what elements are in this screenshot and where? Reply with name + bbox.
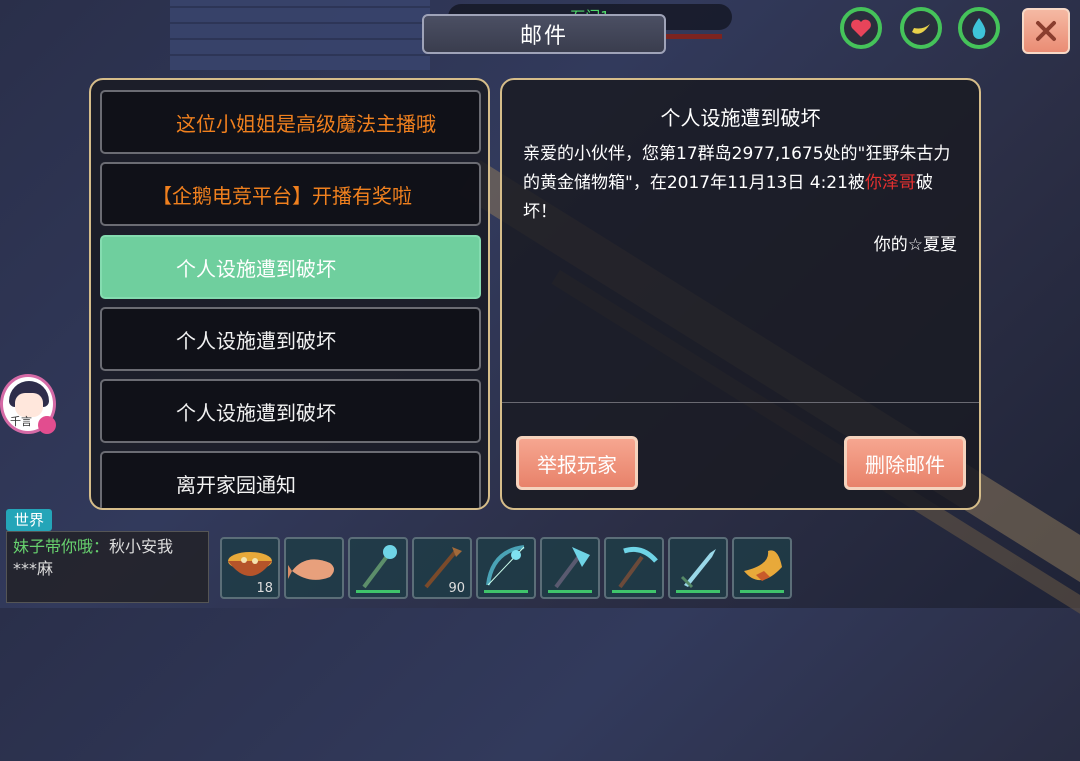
mail-item[interactable]: 这位小姐姐是高级魔法主播哦 xyxy=(100,90,481,154)
page-title: 邮件 xyxy=(519,24,568,49)
mail-title-bar: 邮件 xyxy=(422,14,666,54)
water-drop-icon xyxy=(972,18,986,39)
horn-pouch-icon xyxy=(744,550,782,581)
water-stat[interactable] xyxy=(958,7,1000,49)
mail-signature: 你的☆夏夏 xyxy=(873,235,957,255)
mail-subject: 【企鹅电竞平台】开播有奖啦 xyxy=(152,183,412,208)
mail-item-selected[interactable]: 个人设施遭到破坏 xyxy=(100,235,481,299)
close-icon xyxy=(1036,21,1056,41)
mail-list-panel[interactable]: 这位小姐姐是高级魔法主播哦 【企鹅电竞平台】开播有奖啦 个人设施遭到破坏 个人设… xyxy=(89,78,490,510)
crystal-bow-icon xyxy=(486,545,525,586)
mail-subject: 个人设施遭到破坏 xyxy=(176,256,336,281)
chat-message-cont: ***麻 xyxy=(13,559,54,578)
attacker-name[interactable]: 你泽哥 xyxy=(865,173,916,193)
item-count: 90 xyxy=(448,581,465,596)
durability-bar xyxy=(612,590,656,593)
chat-sender: 妹子带你哦： xyxy=(13,537,110,556)
delete-mail-button[interactable]: 删除邮件 xyxy=(844,436,966,490)
chat-channel-tab[interactable]: 世界 xyxy=(6,509,52,531)
chat-box[interactable]: 妹子带你哦：秋小安我 ***麻 xyxy=(6,531,209,603)
mail-item[interactable]: 个人设施遭到破坏 xyxy=(100,307,481,371)
hotbar-slot[interactable] xyxy=(284,537,344,599)
hotbar-slot[interactable] xyxy=(540,537,600,599)
avatar-name: 千言 xyxy=(10,415,32,428)
crystal-staff-icon xyxy=(362,545,397,589)
durability-bar xyxy=(484,590,528,593)
hotbar-slot[interactable] xyxy=(604,537,664,599)
health-stat[interactable] xyxy=(840,7,882,49)
item-count: 18 xyxy=(256,581,273,596)
mail-subject: 这位小姐姐是高级魔法主播哦 xyxy=(176,111,436,136)
hotbar-slot[interactable] xyxy=(668,537,728,599)
chat-message: 秋小安我 xyxy=(109,537,174,556)
durability-bar xyxy=(548,590,592,593)
hotbar-slot[interactable]: 18 xyxy=(220,537,280,599)
mail-item[interactable]: 离开家园通知 xyxy=(100,451,481,508)
durability-bar xyxy=(676,590,720,593)
banana-icon xyxy=(912,24,930,34)
mail-detail-panel: 个人设施遭到破坏 亲爱的小伙伴，您第17群岛2977,1675处的"狂野朱古力的… xyxy=(500,78,981,510)
hunger-stat[interactable] xyxy=(900,7,942,49)
durability-bar xyxy=(740,590,784,593)
crystal-axe-icon xyxy=(554,547,590,589)
heart-icon xyxy=(851,19,871,37)
mail-subject: 个人设施遭到破坏 xyxy=(176,400,336,425)
divider xyxy=(502,402,979,403)
mail-detail-title: 个人设施遭到破坏 xyxy=(660,106,821,130)
mail-item[interactable]: 【企鹅电竞平台】开播有奖啦 xyxy=(100,162,481,226)
microphone-icon[interactable] xyxy=(38,416,56,434)
fish-meat-icon xyxy=(288,559,334,580)
mail-subject: 个人设施遭到破坏 xyxy=(176,328,336,353)
hotbar-slot[interactable] xyxy=(348,537,408,599)
mail-detail-body: 亲爱的小伙伴，您第17群岛2977,1675处的"狂野朱古力的黄金储物箱"，在2… xyxy=(523,140,963,227)
report-player-button[interactable]: 举报玩家 xyxy=(516,436,638,490)
crystal-sword-icon xyxy=(680,549,716,589)
background-wall xyxy=(170,0,430,70)
crystal-pickaxe-icon xyxy=(618,546,658,589)
durability-bar xyxy=(356,590,400,593)
hotbar-slot[interactable] xyxy=(732,537,792,599)
close-button[interactable] xyxy=(1022,8,1070,54)
mail-subject: 离开家园通知 xyxy=(176,472,296,497)
mail-item[interactable]: 个人设施遭到破坏 xyxy=(100,379,481,443)
hotbar-slot[interactable]: 90 xyxy=(412,537,472,599)
hotbar-slot[interactable] xyxy=(476,537,536,599)
